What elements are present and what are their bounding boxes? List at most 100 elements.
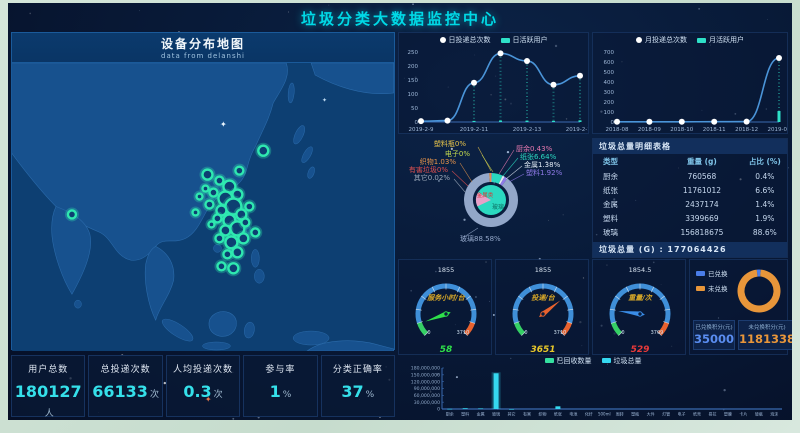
category-totals-panel: 已回收数量垃圾总量 030,000,00060,000,00090,000,00… (398, 355, 788, 417)
device-marker[interactable] (245, 203, 253, 211)
device-marker[interactable] (197, 194, 203, 200)
device-marker[interactable] (193, 209, 199, 215)
device-marker[interactable] (258, 146, 268, 156)
device-marker[interactable] (241, 218, 249, 226)
svg-text:529: 529 (631, 345, 650, 355)
col-type: 类型 (593, 154, 661, 169)
unredeemed-points-box: 未兑换积分(元) 1181338 (738, 320, 792, 350)
stat-total-users: 用户总数 180127人 (11, 355, 85, 417)
device-marker[interactable] (205, 201, 213, 209)
stat-label: 参与率 (244, 356, 316, 375)
monthly-trend-panel: 月投递总次数月活跃用户 01002003004005006007002018-0… (592, 32, 788, 134)
svg-text:90,000,000: 90,000,000 (414, 386, 440, 392)
deposits-per-unit-gauge[interactable]: 1855投递/台037103651 (496, 260, 590, 356)
svg-text:电子: 电子 (678, 411, 686, 417)
category-totals-legend[interactable]: 已回收数量垃圾总量 (398, 355, 788, 366)
gauge-service-hours-panel: 1855服务小时/台0371058 (398, 259, 492, 355)
map-subtitle: data from delanshi (12, 52, 394, 60)
table-row: 塑料33996691.9% (593, 211, 787, 225)
device-marker[interactable] (217, 262, 225, 270)
col-weight: 重量 (g) (661, 154, 742, 169)
monthly-trend-chart[interactable]: 01002003004005006007002018-082018-092018… (593, 47, 787, 133)
device-marker[interactable] (208, 221, 214, 227)
donut-label: 纸张6.64% (520, 152, 557, 161)
donut-label: 厨余0.43% (516, 144, 553, 153)
stat-value: 37 (341, 382, 363, 401)
legend-dot-icon (440, 37, 446, 43)
legend-item[interactable]: 月活跃用户 (697, 35, 744, 45)
daily-trend-legend[interactable]: 日投递总次数日活跃用户 (399, 33, 588, 47)
map-header: 设备分布地图 data from delanshi (12, 33, 394, 63)
device-marker[interactable] (223, 250, 231, 258)
legend-rect-icon (697, 38, 706, 43)
device-marker[interactable] (235, 167, 243, 175)
device-marker[interactable] (203, 186, 209, 192)
svg-text:重量/次: 重量/次 (628, 293, 653, 302)
svg-text:58: 58 (440, 345, 453, 355)
svg-text:厨余: 厨余 (446, 411, 454, 417)
device-distribution-map[interactable]: ✦ ✦ (12, 63, 394, 351)
svg-text:60,000,000: 60,000,000 (414, 393, 440, 399)
svg-text:180,000,000: 180,000,000 (411, 366, 440, 372)
svg-text:150: 150 (408, 78, 419, 84)
svg-text:0: 0 (524, 330, 527, 336)
device-marker[interactable] (228, 263, 238, 273)
device-marker[interactable] (68, 210, 76, 218)
legend-rect-icon (545, 358, 554, 363)
daily-trend-panel: 日投递总次数日活跃用户 0501001502002502019-2-92019-… (398, 32, 589, 134)
legend-item[interactable]: 已回收数量 (545, 356, 592, 366)
stat-label: 用户总数 (12, 356, 84, 375)
svg-text:120,000,000: 120,000,000 (411, 379, 440, 385)
legend-item: 已兑换 (696, 268, 728, 278)
exchange-donut-chart[interactable] (732, 264, 786, 318)
svg-text:1854.5: 1854.5 (629, 266, 652, 274)
svg-text:泡沫: 泡沫 (770, 411, 778, 417)
stat-label: 总投递次数 (89, 356, 161, 375)
daily-trend-chart[interactable]: 0501001502002502019-2-92019-2-112019-2-1… (399, 47, 588, 133)
waste-share-donut-chart[interactable]: 金属类玻璃塑料瓶0%电子0%织物1.03%有害垃圾0%其它0.02%玻璃88.5… (398, 138, 589, 255)
monthly-trend-legend[interactable]: 月投递总次数月活跃用户 (593, 33, 787, 47)
legend-rect-icon (696, 271, 705, 276)
svg-text:2018-08: 2018-08 (606, 127, 629, 133)
dashboard: 垃圾分类大数据监控中心 设备分布地图 data from delanshi ✦ … (8, 3, 792, 420)
device-marker[interactable] (215, 234, 223, 242)
table-row: 厨余7605680.4% (593, 169, 787, 183)
service-hours-gauge[interactable]: 1855服务小时/台0371058 (399, 260, 493, 356)
legend-rect-icon (602, 358, 611, 363)
svg-text:玻瓶: 玻瓶 (755, 411, 763, 417)
legend-label: 月投递总次数 (645, 35, 687, 45)
table-title: 垃圾总量明细表格 (593, 139, 787, 154)
legend-label: 已回收数量 (557, 356, 592, 366)
stat-value: 66133 (92, 382, 148, 401)
svg-text:3651: 3651 (530, 345, 555, 355)
redeemed-points-box: 已兑换积分(元) 35000 (693, 320, 735, 350)
stat-deposits-per-user: 人均投递次数 0.3次 ✦ (166, 355, 240, 417)
stat-participation-rate: 参与率 1% (243, 355, 317, 417)
donut-label: 塑料1.92% (526, 168, 563, 177)
svg-text:0: 0 (621, 330, 624, 336)
map-title: 设备分布地图 (12, 33, 394, 52)
svg-text:3709: 3709 (651, 330, 664, 336)
weight-per-deposit-gauge[interactable]: 1854.5 重量/次 0 3709 529 (593, 260, 687, 356)
legend-item[interactable]: 垃圾总量 (602, 356, 642, 366)
donut-label: 织物1.03% (420, 157, 457, 166)
svg-text:化纤: 化纤 (585, 411, 593, 417)
svg-text:卡片: 卡片 (739, 411, 747, 417)
exchange-legend: 已兑换未兑换 (696, 268, 728, 293)
device-marker[interactable] (251, 228, 259, 236)
points-exchange-panel: 已兑换未兑换 已兑换积分(元) 35000 未兑换积分(元) 1181338 (689, 259, 788, 355)
legend-item[interactable]: 日投递总次数 (440, 35, 491, 45)
legend-item: 未兑换 (696, 283, 728, 293)
legend-item[interactable]: 日活跃用户 (501, 35, 548, 45)
svg-text:投递/台: 投递/台 (531, 293, 556, 302)
page-background: 垃圾分类大数据监控中心 设备分布地图 data from delanshi ✦ … (0, 0, 800, 433)
svg-text:700: 700 (604, 50, 615, 56)
legend-label: 日投递总次数 (449, 35, 491, 45)
stat-unit: % (366, 390, 375, 400)
device-marker[interactable] (203, 170, 213, 180)
svg-text:300: 300 (604, 90, 615, 96)
legend-item[interactable]: 月投递总次数 (636, 35, 687, 45)
svg-text:金属类: 金属类 (477, 191, 494, 199)
table-row: 玻璃15681867588.6% (593, 225, 787, 239)
category-totals-bar-chart[interactable]: 030,000,00060,000,00090,000,000120,000,0… (398, 366, 788, 417)
